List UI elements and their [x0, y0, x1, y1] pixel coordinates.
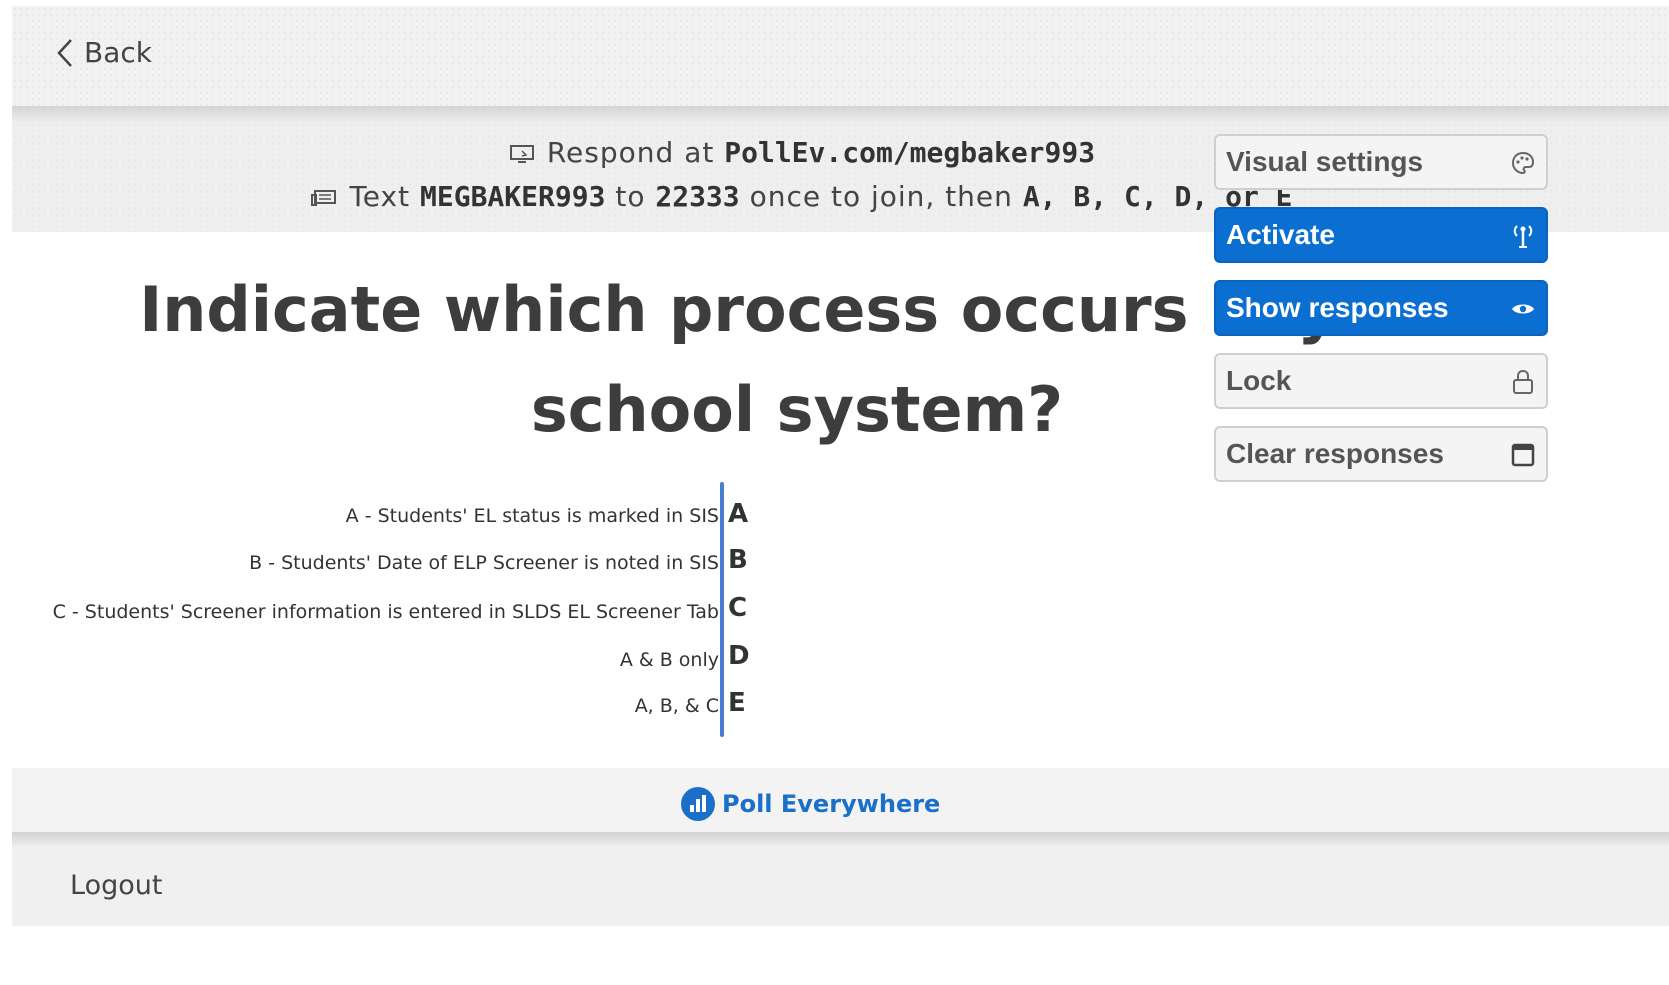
sms-icon: [311, 182, 337, 215]
clear-responses-button[interactable]: Clear responses: [1214, 426, 1548, 482]
poll-url: PollEv.com/megbaker993: [724, 136, 1096, 169]
visual-settings-button[interactable]: Visual settings: [1214, 134, 1548, 190]
lock-icon: [1513, 369, 1533, 394]
chart-axis: [720, 482, 724, 737]
text-word: Text: [349, 180, 411, 213]
eye-icon: [1512, 304, 1534, 314]
option-letter-b: B: [728, 545, 748, 575]
visual-settings-label: Visual settings: [1226, 146, 1424, 177]
sms-number: 22333: [655, 180, 740, 213]
top-bar-shadow: [12, 106, 1669, 122]
top-bar: Back: [12, 6, 1669, 106]
option-letter-e: E: [728, 688, 746, 718]
footer-brand-bar: Poll Everywhere: [12, 768, 1669, 832]
lock-label: Lock: [1226, 365, 1292, 396]
activate-label: Activate: [1226, 219, 1335, 250]
join-code: MEGBAKER993: [420, 180, 606, 213]
respond-at-text: Respond at: [546, 136, 715, 169]
antenna-icon: [1513, 225, 1533, 248]
join-instruction: once to join, then: [749, 180, 1013, 213]
back-link[interactable]: Back: [56, 36, 152, 69]
option-label-a: A - Students' EL status is marked in SIS: [345, 505, 719, 527]
poll-everywhere-logo-icon: [681, 787, 715, 821]
option-label-d: A & B only: [619, 649, 719, 671]
lock-button[interactable]: Lock: [1214, 353, 1548, 409]
to-word: to: [615, 180, 646, 213]
clear-responses-label: Clear responses: [1226, 438, 1444, 469]
option-letter-d: D: [728, 641, 750, 671]
monitor-icon: [509, 138, 535, 171]
option-label-c: C - Students' Screener information is en…: [52, 601, 719, 623]
show-responses-button[interactable]: Show responses: [1214, 280, 1548, 336]
back-label: Back: [84, 36, 152, 69]
activate-button[interactable]: Activate: [1214, 207, 1548, 263]
option-letter-c: C: [728, 593, 748, 623]
trash-icon: [1511, 443, 1535, 467]
show-responses-label: Show responses: [1226, 292, 1449, 323]
footer-shadow: [12, 832, 1669, 846]
palette-icon: [1511, 151, 1535, 175]
logout-link[interactable]: Logout: [70, 870, 162, 901]
response-chart: A - Students' EL status is marked in SIS…: [12, 476, 1669, 746]
option-letter-a: A: [728, 499, 749, 529]
chevron-left-icon: [57, 38, 72, 67]
option-label-e: A, B, & C: [634, 695, 719, 717]
option-label-b: B - Students' Date of ELP Screener is no…: [249, 552, 719, 574]
logout-bar: Logout: [12, 846, 1669, 926]
brand-name: Poll Everywhere: [722, 790, 941, 818]
presenter-controls: Visual settings Activate Show responses …: [1214, 134, 1548, 499]
poll-everywhere-logo[interactable]: Poll Everywhere: [680, 786, 940, 822]
